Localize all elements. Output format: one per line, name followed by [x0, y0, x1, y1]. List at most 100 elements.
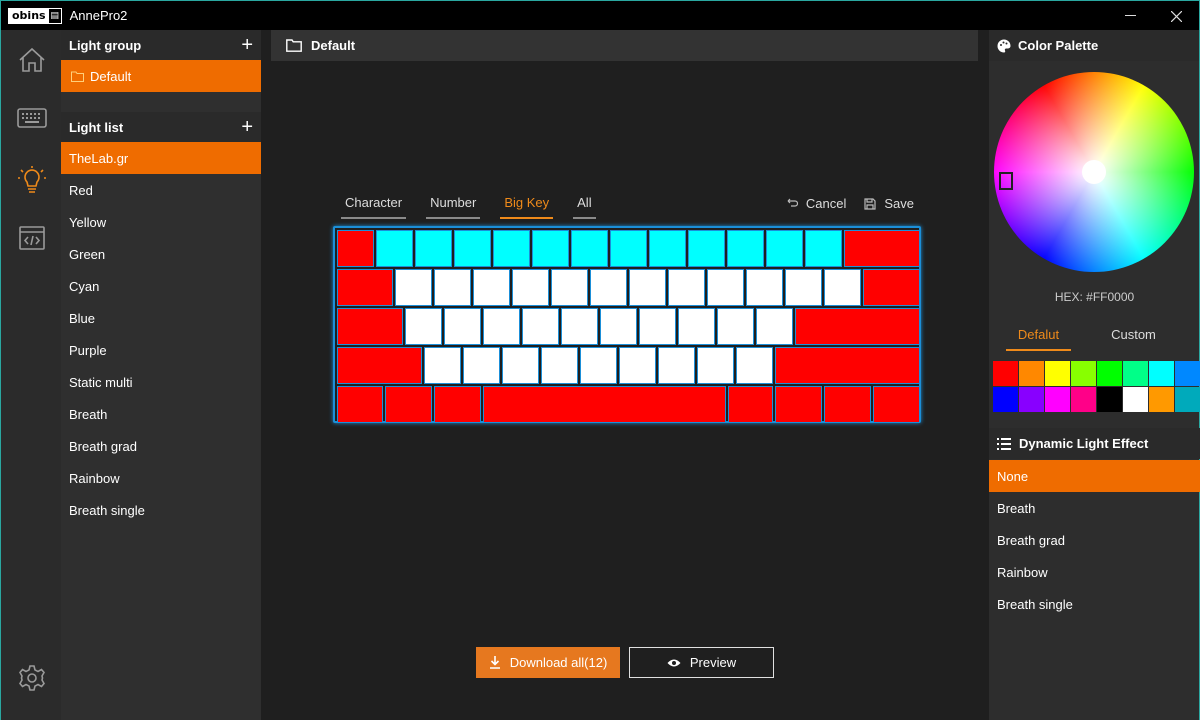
keyboard-key[interactable] [728, 386, 773, 423]
keyboard-key[interactable] [717, 308, 754, 345]
keyboard-key[interactable] [337, 269, 393, 306]
light-list-item[interactable]: Blue [61, 302, 261, 334]
keyboard-key[interactable] [775, 386, 822, 423]
cancel-button[interactable]: Cancel [786, 196, 846, 211]
color-swatch[interactable] [1097, 387, 1122, 412]
keyboard-key[interactable] [454, 230, 491, 267]
keyboard-key[interactable] [532, 230, 569, 267]
keyboard-key[interactable] [541, 347, 578, 384]
keyboard-key[interactable] [405, 308, 442, 345]
light-list-item[interactable]: Breath single [61, 494, 261, 526]
keyboard-key[interactable] [483, 386, 726, 423]
keyboard-key[interactable] [580, 347, 617, 384]
color-swatch[interactable] [1019, 387, 1044, 412]
save-button[interactable]: Save [864, 196, 914, 211]
keyboard-key[interactable] [785, 269, 822, 306]
color-swatch[interactable] [1019, 361, 1044, 386]
dynamic-effect-item[interactable]: None [989, 460, 1200, 492]
keyboard-key[interactable] [502, 347, 539, 384]
keyboard-key[interactable] [775, 347, 920, 384]
keyboard-key[interactable] [736, 347, 773, 384]
keyboard-key[interactable] [551, 269, 588, 306]
keyboard-key[interactable] [668, 269, 705, 306]
download-all-button[interactable]: Download all(12) [476, 647, 620, 678]
keyboard-key[interactable] [678, 308, 715, 345]
tab-all[interactable]: All [573, 188, 596, 219]
keyboard-key[interactable] [863, 269, 920, 306]
color-swatch[interactable] [993, 387, 1018, 412]
keyboard-key[interactable] [795, 308, 920, 345]
keyboard-key[interactable] [824, 386, 871, 423]
keyboard-key[interactable] [337, 386, 383, 423]
color-wheel[interactable] [994, 72, 1194, 272]
keyboard-key[interactable] [610, 230, 647, 267]
keyboard-key[interactable] [824, 269, 861, 306]
tab-number[interactable]: Number [426, 188, 481, 219]
keyboard-key[interactable] [805, 230, 842, 267]
tab-custom[interactable]: Custom [1101, 320, 1166, 351]
tab-default[interactable]: Defalut [1006, 320, 1071, 351]
keyboard-key[interactable] [385, 386, 432, 423]
light-list-item[interactable]: Green [61, 238, 261, 270]
keyboard-key[interactable] [434, 269, 471, 306]
light-list-item[interactable]: TheLab.gr [61, 142, 261, 174]
keyboard-key[interactable] [376, 230, 413, 267]
color-swatch[interactable] [1123, 361, 1148, 386]
keyboard-key[interactable] [756, 308, 793, 345]
nav-macro[interactable] [1, 208, 62, 268]
add-light-button[interactable]: + [241, 117, 253, 137]
keyboard-key[interactable] [727, 230, 764, 267]
keyboard-key[interactable] [590, 269, 627, 306]
color-wheel-selector[interactable] [999, 172, 1013, 190]
light-list-item[interactable]: Rainbow [61, 462, 261, 494]
nav-home[interactable] [1, 30, 62, 90]
keyboard-key[interactable] [561, 308, 598, 345]
keyboard-key[interactable] [873, 386, 920, 423]
keyboard-key[interactable] [707, 269, 744, 306]
color-swatch[interactable] [1123, 387, 1148, 412]
dynamic-effect-item[interactable]: Rainbow [989, 556, 1200, 588]
keyboard-key[interactable] [483, 308, 520, 345]
keyboard-key[interactable] [522, 308, 559, 345]
tab-big-key[interactable]: Big Key [500, 188, 554, 219]
keyboard-key[interactable] [512, 269, 549, 306]
color-swatch[interactable] [1071, 387, 1096, 412]
keyboard-key[interactable] [337, 308, 403, 345]
light-group-item-default[interactable]: Default [61, 60, 261, 92]
tab-character[interactable]: Character [341, 188, 407, 219]
add-light-group-button[interactable]: + [241, 35, 253, 55]
keyboard-key[interactable] [629, 269, 666, 306]
keyboard-key[interactable] [473, 269, 510, 306]
light-list-item[interactable]: Breath [61, 398, 261, 430]
keyboard-key[interactable] [619, 347, 656, 384]
preview-button[interactable]: Preview [629, 647, 774, 678]
dynamic-effect-item[interactable]: Breath [989, 492, 1200, 524]
color-swatch[interactable] [1045, 361, 1070, 386]
light-list-item[interactable]: Cyan [61, 270, 261, 302]
dynamic-effect-item[interactable]: Breath single [989, 588, 1200, 620]
keyboard-key[interactable] [688, 230, 725, 267]
keyboard-key[interactable] [639, 308, 676, 345]
color-swatch[interactable] [1175, 361, 1200, 386]
color-swatch[interactable] [1149, 387, 1174, 412]
keyboard-key[interactable] [444, 308, 481, 345]
keyboard-key[interactable] [463, 347, 500, 384]
nav-keyboard[interactable] [1, 88, 62, 148]
nav-lighting[interactable] [1, 149, 62, 209]
keyboard-key[interactable] [571, 230, 608, 267]
close-button[interactable] [1153, 1, 1199, 31]
keyboard-key[interactable] [600, 308, 637, 345]
keyboard-key[interactable] [697, 347, 734, 384]
keyboard-key[interactable] [337, 230, 374, 267]
color-swatch[interactable] [1149, 361, 1174, 386]
keyboard-key[interactable] [649, 230, 686, 267]
nav-settings[interactable] [1, 648, 62, 708]
keyboard-key[interactable] [415, 230, 452, 267]
keyboard-key[interactable] [424, 347, 461, 384]
keyboard-key[interactable] [658, 347, 695, 384]
color-swatch[interactable] [993, 361, 1018, 386]
minimize-button[interactable] [1107, 1, 1153, 31]
keyboard-key[interactable] [434, 386, 481, 423]
color-swatch[interactable] [1045, 387, 1070, 412]
keyboard-key[interactable] [493, 230, 530, 267]
